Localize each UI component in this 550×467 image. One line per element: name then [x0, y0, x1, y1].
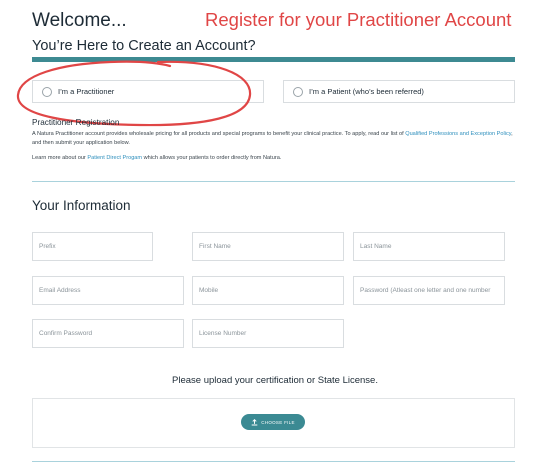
last-name-field[interactable]: Last Name — [353, 232, 505, 261]
license-number-field[interactable]: License Number — [192, 319, 344, 348]
upload-icon — [251, 418, 258, 425]
bottom-divider-line — [32, 461, 515, 462]
registration-heading: Practitioner Registration — [32, 118, 120, 127]
your-information-heading: Your Information — [32, 198, 131, 213]
patient-direct-text-2: which allows your patients to order dire… — [142, 155, 282, 161]
registration-text-1: A Natura Practitioner account provides w… — [32, 131, 406, 137]
patient-direct-description: Learn more about our Patient Direct Prog… — [32, 154, 522, 163]
mobile-field[interactable]: Mobile — [192, 276, 344, 305]
prefix-field[interactable]: Prefix — [32, 232, 153, 261]
qualified-professions-link[interactable]: Qualified Professions and Exception Poli… — [405, 131, 511, 137]
email-field[interactable]: Email Address — [32, 276, 184, 305]
patient-direct-text-1: Learn more about our — [32, 155, 88, 161]
choose-file-button[interactable]: CHOOSE FILE — [241, 414, 305, 430]
patient-direct-link[interactable]: Patient Direct Progam — [87, 155, 142, 161]
password-field[interactable]: Password (Atleast one letter and one num… — [353, 276, 505, 305]
confirm-password-field[interactable]: Confirm Password — [32, 319, 184, 348]
first-name-field[interactable]: First Name — [192, 232, 344, 261]
upload-instruction: Please upload your certification or Stat… — [172, 375, 378, 386]
divider-line — [32, 181, 515, 182]
choose-file-label: CHOOSE FILE — [261, 419, 295, 425]
registration-description: A Natura Practitioner account provides w… — [32, 130, 522, 147]
